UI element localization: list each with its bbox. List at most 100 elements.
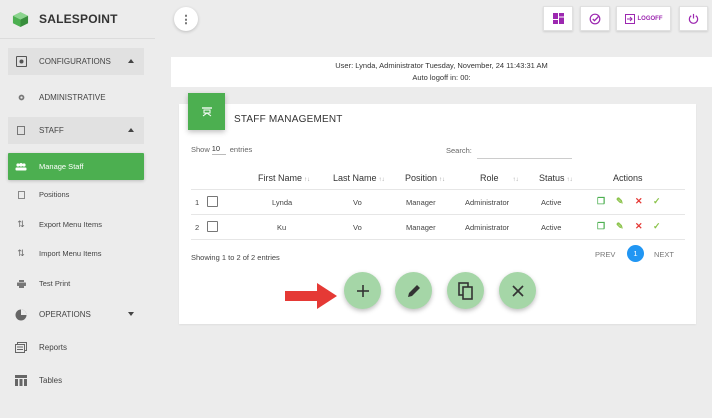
cube-logo-icon (12, 11, 29, 27)
col-header-first-name[interactable]: First Name ↑↓ (258, 173, 310, 183)
pencil-icon[interactable]: ✎ (616, 221, 624, 232)
table-header-line (191, 189, 685, 190)
settings-box-icon (14, 55, 28, 69)
sidebar-item-staff[interactable]: STAFF (8, 117, 144, 144)
brand-name: SALESPOINT (39, 12, 118, 26)
show-entries: Show 10 entries (191, 144, 252, 155)
sidebar: SALESPOINT CONFIGURATIONS ADMINISTRATIVE… (0, 0, 155, 418)
sidebar-item-configurations[interactable]: CONFIGURATIONS (8, 48, 144, 75)
row-checkbox[interactable] (207, 221, 218, 232)
dashboard-icon (552, 13, 564, 24)
close-icon[interactable]: ✕ (635, 196, 643, 207)
col-header-role[interactable]: Role ↑↓ (480, 173, 519, 183)
sidebar-item-import-menu-items[interactable]: ⇅ Import Menu Items (8, 240, 144, 267)
row-checkbox[interactable] (207, 196, 218, 207)
sidebar-item-label: OPERATIONS (39, 310, 91, 319)
sidebar-item-label: Export Menu Items (39, 220, 102, 229)
sidebar-item-label: Tables (39, 376, 63, 385)
add-button[interactable] (344, 272, 381, 309)
check-icon[interactable]: ✓ (653, 221, 661, 232)
show-label: Show (191, 145, 210, 154)
sort-icon: ↑↓ (512, 177, 519, 183)
status-cell: Active (541, 223, 562, 232)
check-icon[interactable]: ✓ (653, 196, 661, 207)
red-arrow-icon (285, 283, 337, 309)
entries-select[interactable]: 10 (211, 144, 226, 155)
pencil-icon[interactable]: ✎ (616, 196, 624, 207)
close-icon[interactable]: ✕ (635, 221, 643, 232)
sidebar-item-label: Test Print (39, 279, 71, 288)
sidebar-item-label: ADMINISTRATIVE (39, 93, 106, 102)
sidebar-item-label: Import Menu Items (39, 249, 102, 258)
power-button[interactable] (679, 6, 708, 31)
divider (0, 38, 155, 39)
status-cell: Active (541, 198, 562, 207)
sort-icon: ⇅ (17, 248, 25, 258)
sort-icon: ↑↓ (439, 177, 446, 183)
chevron-down-icon (128, 312, 134, 316)
row-divider (191, 239, 685, 240)
sidebar-item-label: STAFF (39, 126, 64, 135)
sort-icon: ↑↓ (304, 177, 311, 183)
check-clock-icon (589, 13, 601, 24)
pie-icon (14, 308, 28, 322)
sidebar-item-positions[interactable]: Positions (8, 181, 144, 208)
sidebar-item-manage-staff[interactable]: Manage Staff (8, 153, 144, 180)
position-cell: Manager (406, 223, 436, 232)
power-icon (688, 13, 699, 24)
sidebar-item-export-menu-items[interactable]: ⇅ Export Menu Items (8, 211, 144, 238)
position-cell: Manager (406, 198, 436, 207)
sidebar-item-administrative[interactable]: ADMINISTRATIVE (8, 84, 144, 111)
first-name-cell: Lynda (272, 198, 293, 207)
dashboard-button[interactable] (543, 6, 573, 31)
square-icon (14, 124, 28, 138)
col-header-position[interactable]: Position ↑↓ (405, 173, 445, 183)
col-header-label: Actions (613, 173, 643, 183)
logoff-button[interactable]: LOGOFF (616, 6, 671, 31)
gear-icon (14, 91, 28, 105)
col-header-status[interactable]: Status ↑↓ (539, 173, 573, 183)
sidebar-item-label: Reports (39, 343, 68, 352)
last-name-cell: Vo (353, 198, 362, 207)
copy-button[interactable] (447, 272, 484, 309)
copy-icon[interactable]: ❐ (597, 196, 605, 207)
card-header-icon (188, 93, 225, 130)
row-divider (191, 214, 685, 215)
sidebar-item-reports[interactable]: Reports (8, 334, 144, 361)
col-header-actions: Actions (613, 173, 643, 183)
showing-entries-info: Showing 1 to 2 of 2 entries (191, 253, 280, 262)
sidebar-item-label: Manage Staff (39, 162, 84, 171)
logoff-icon (624, 13, 635, 24)
copy-icon[interactable]: ❐ (597, 221, 605, 232)
sidebar-item-test-print[interactable]: Test Print (8, 270, 144, 297)
logoff-label: LOGOFF (637, 15, 663, 22)
staff-icon (201, 106, 212, 116)
role-cell: Administrator (465, 223, 510, 232)
close-icon (511, 284, 524, 297)
search-label: Search: (446, 146, 472, 155)
sidebar-item-operations[interactable]: OPERATIONS (8, 301, 144, 328)
brand[interactable]: SALESPOINT (12, 8, 118, 30)
sidebar-item-tables[interactable]: Tables (8, 367, 144, 394)
next-page-button[interactable]: NEXT (654, 250, 674, 259)
chevron-up-icon (128, 59, 134, 63)
page-1-button[interactable]: 1 (627, 245, 644, 262)
col-header-label: First Name (258, 173, 303, 183)
reports-icon (14, 341, 28, 355)
sidebar-item-label: Positions (39, 190, 70, 199)
delete-button[interactable] (499, 272, 536, 309)
edit-button[interactable] (395, 272, 432, 309)
check-clock-button[interactable] (580, 6, 610, 31)
first-name-cell: Ku (277, 223, 287, 232)
col-header-label: Status (539, 173, 565, 183)
sort-icon: ⇅ (17, 219, 25, 229)
prev-page-button[interactable]: PREV (595, 250, 615, 259)
sort-icon: ↑↓ (378, 177, 385, 183)
pencil-icon (407, 284, 420, 297)
entries-label: entries (229, 145, 253, 154)
col-header-last-name[interactable]: Last Name ↑↓ (333, 173, 385, 183)
search-input[interactable] (477, 141, 572, 159)
sidebar-item-label: CONFIGURATIONS (39, 57, 111, 66)
more-vert-button[interactable]: ⋮ (174, 7, 198, 31)
auto-logoff-line: Auto logoff in: 00: (412, 73, 471, 82)
